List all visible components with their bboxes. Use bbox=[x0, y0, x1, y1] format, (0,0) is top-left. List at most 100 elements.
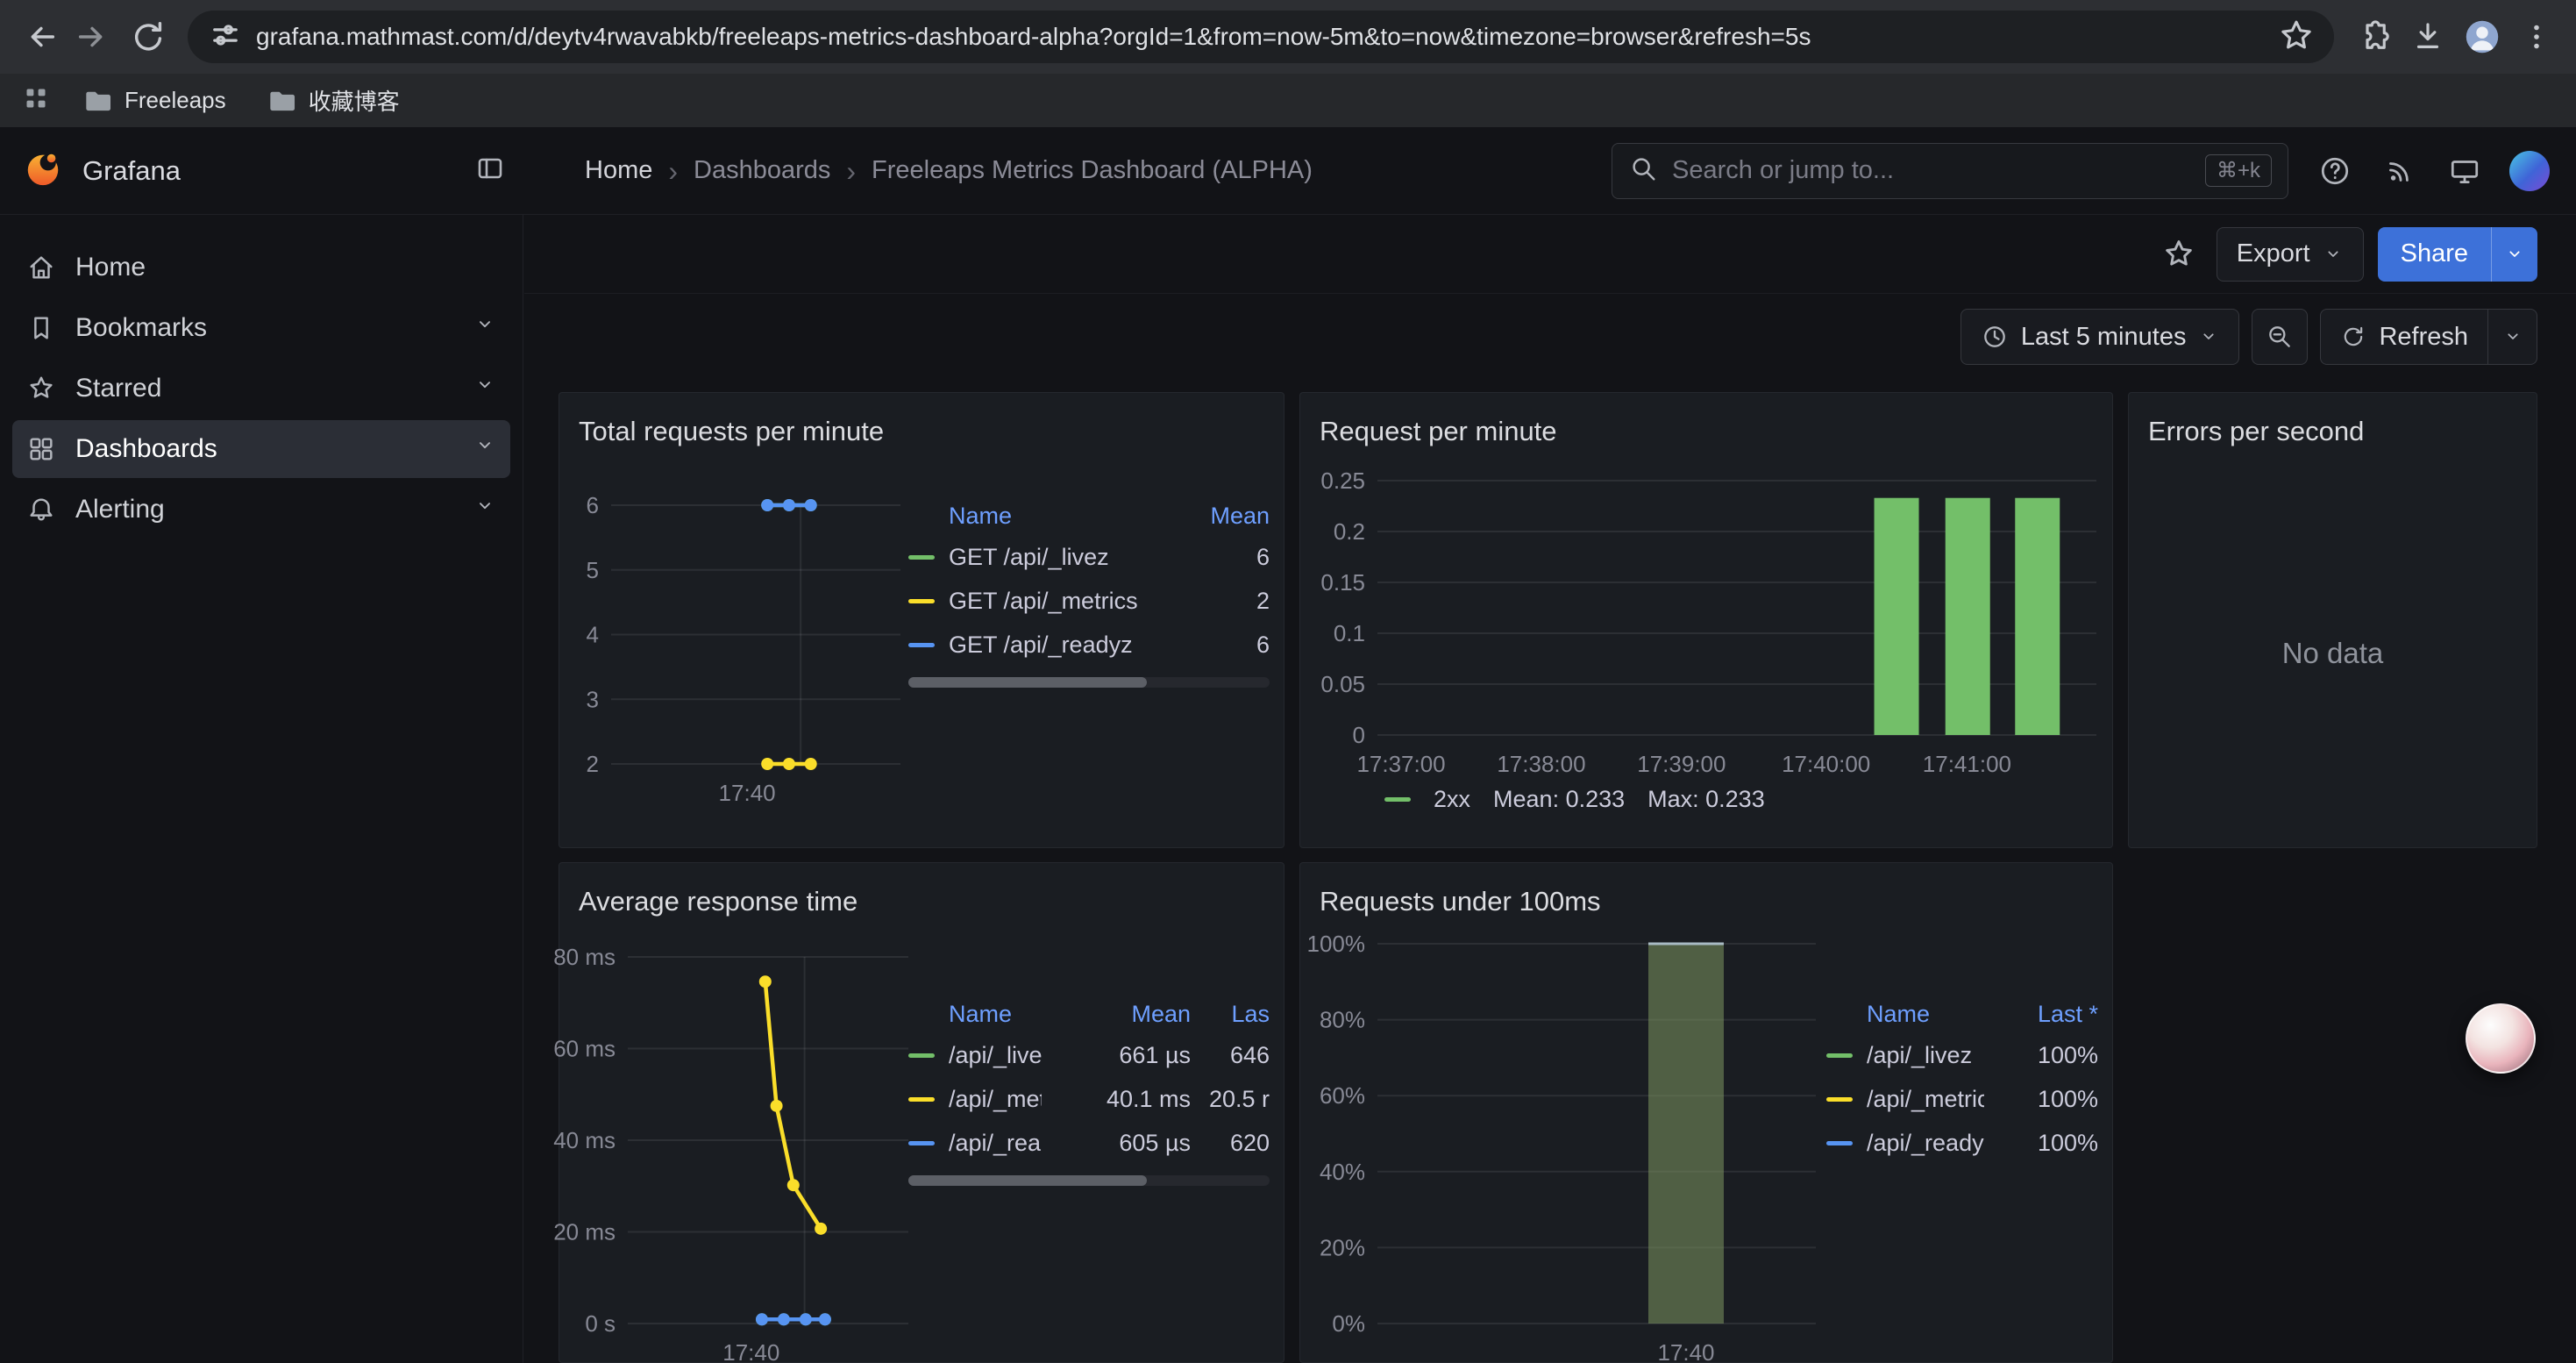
legend-col-last[interactable]: Last * bbox=[1984, 1001, 2098, 1028]
svg-text:2: 2 bbox=[587, 751, 599, 777]
scrollbar-thumb[interactable] bbox=[908, 677, 1147, 688]
svg-text:0.05: 0.05 bbox=[1320, 671, 1365, 697]
bookmark-label: Freeleaps bbox=[125, 87, 226, 114]
legend-row: GET /api/_readyz 6 bbox=[908, 623, 1270, 667]
series-name[interactable]: /api/_metrics bbox=[1867, 1086, 1984, 1113]
star-icon bbox=[26, 374, 56, 403]
sidebar-item-alerting[interactable]: Alerting bbox=[12, 481, 510, 539]
average-response-time-chart[interactable]: 80 ms60 ms40 ms20 ms0 s17:40 bbox=[562, 944, 913, 1363]
search-input[interactable] bbox=[1670, 155, 2193, 186]
chevron-down-icon bbox=[2502, 326, 2523, 347]
legend-scrollbar[interactable] bbox=[908, 1175, 1270, 1186]
svg-text:0.2: 0.2 bbox=[1334, 518, 1365, 545]
news-rss-icon[interactable] bbox=[2376, 147, 2423, 195]
time-range-picker[interactable]: Last 5 minutes bbox=[1960, 309, 2240, 365]
refresh-interval-button[interactable] bbox=[2488, 309, 2537, 365]
search-icon bbox=[1628, 153, 1658, 188]
svg-text:0%: 0% bbox=[1332, 1310, 1365, 1337]
chevron-down-icon bbox=[2323, 244, 2344, 265]
panel-request-per-minute: Request per minute 0.250.20.150.10.05017… bbox=[1299, 392, 2113, 848]
chevron-down-icon[interactable] bbox=[473, 495, 496, 525]
series-name[interactable]: 2xx bbox=[1434, 786, 1470, 813]
downloads-icon[interactable] bbox=[2402, 11, 2453, 62]
dock-menu-icon[interactable] bbox=[474, 153, 506, 189]
grafana-logo[interactable] bbox=[23, 148, 63, 193]
forward-icon[interactable] bbox=[68, 11, 119, 62]
search-bar[interactable]: ⌘+k bbox=[1612, 143, 2288, 199]
svg-text:0.25: 0.25 bbox=[1320, 467, 1365, 494]
request-per-minute-chart[interactable]: 0.250.20.150.10.05017:37:0017:38:0017:39… bbox=[1316, 472, 2105, 774]
export-button[interactable]: Export bbox=[2217, 227, 2364, 282]
site-info-icon[interactable] bbox=[207, 17, 244, 58]
panel-title[interactable]: Total requests per minute bbox=[579, 416, 884, 447]
series-name[interactable]: /api/_metrics bbox=[949, 1086, 1042, 1113]
chevron-down-icon[interactable] bbox=[473, 434, 496, 464]
folder-icon bbox=[81, 84, 114, 118]
sidebar-item-dashboards[interactable]: Dashboards bbox=[12, 420, 510, 478]
breadcrumb-dashboards[interactable]: Dashboards bbox=[694, 156, 830, 185]
profile-avatar-icon[interactable] bbox=[2457, 11, 2508, 62]
legend-col-mean[interactable]: Mean bbox=[1042, 1001, 1191, 1028]
svg-text:6: 6 bbox=[587, 492, 599, 518]
total-requests-chart[interactable]: 6543217:40 bbox=[563, 488, 909, 821]
series-name[interactable]: GET /api/_readyz bbox=[949, 632, 1173, 659]
legend-col-name[interactable]: Name bbox=[908, 503, 1173, 530]
series-name[interactable]: /api/_readyz bbox=[1867, 1130, 1984, 1157]
legend-table: Name Mean Las /api/_livez 661 µs 646 /ap… bbox=[908, 995, 1270, 1186]
url-text[interactable]: grafana.mathmast.com/d/deytv4rwavabkb/fr… bbox=[256, 23, 2278, 51]
share-button[interactable]: Share bbox=[2378, 227, 2491, 282]
svg-text:0.1: 0.1 bbox=[1334, 620, 1365, 646]
series-name[interactable]: /api/_readyz bbox=[949, 1130, 1042, 1157]
legend-col-mean[interactable]: Mean bbox=[1173, 503, 1270, 530]
browser-menu-icon[interactable] bbox=[2511, 11, 2562, 62]
breadcrumb-home[interactable]: Home bbox=[585, 156, 652, 185]
time-controls: Last 5 minutes Refresh bbox=[524, 303, 2576, 371]
legend-scrollbar[interactable] bbox=[908, 677, 1270, 688]
series-name[interactable]: GET /api/_metrics bbox=[949, 588, 1173, 615]
extensions-icon[interactable] bbox=[2348, 11, 2399, 62]
brand-title: Grafana bbox=[82, 155, 181, 187]
panel-title[interactable]: Request per minute bbox=[1320, 416, 1557, 447]
floating-avatar[interactable] bbox=[2466, 1003, 2536, 1074]
series-name[interactable]: /api/_livez bbox=[949, 1042, 1042, 1069]
monitor-icon[interactable] bbox=[2441, 147, 2488, 195]
series-color-dash bbox=[908, 643, 935, 647]
help-icon[interactable] bbox=[2311, 147, 2359, 195]
sidebar-item-starred[interactable]: Starred bbox=[12, 360, 510, 417]
svg-text:60%: 60% bbox=[1320, 1082, 1365, 1109]
bookmark-star-icon[interactable] bbox=[2278, 17, 2315, 58]
scrollbar-thumb[interactable] bbox=[908, 1175, 1147, 1186]
user-avatar[interactable] bbox=[2506, 147, 2553, 195]
bookmark-folder-freeleaps[interactable]: Freeleaps bbox=[68, 80, 238, 122]
series-mean: 40.1 ms bbox=[1042, 1086, 1191, 1113]
back-icon[interactable] bbox=[14, 11, 65, 62]
requests-under-100ms-chart[interactable]: 100%80%60%40%20%0%17:40 bbox=[1316, 935, 1820, 1363]
apps-grid-icon[interactable] bbox=[18, 80, 54, 121]
breadcrumb-separator: › bbox=[846, 157, 856, 185]
panel-title[interactable]: Requests under 100ms bbox=[1320, 886, 1601, 917]
zoom-out-button[interactable] bbox=[2252, 309, 2308, 365]
series-name[interactable]: /api/_livez bbox=[1867, 1042, 1984, 1069]
legend-col-name[interactable]: Name bbox=[1826, 1001, 1984, 1028]
sidebar-item-bookmarks[interactable]: Bookmarks bbox=[12, 299, 510, 357]
share-menu-button[interactable] bbox=[2491, 227, 2537, 282]
panel-title[interactable]: Average response time bbox=[579, 886, 857, 917]
series-color-dash bbox=[908, 1053, 935, 1058]
series-mean: 6 bbox=[1173, 632, 1270, 659]
chevron-down-icon[interactable] bbox=[473, 374, 496, 403]
address-bar[interactable]: grafana.mathmast.com/d/deytv4rwavabkb/fr… bbox=[188, 11, 2334, 63]
legend-col-last[interactable]: Las bbox=[1191, 1001, 1270, 1028]
legend-col-name[interactable]: Name bbox=[908, 1001, 1042, 1028]
refresh-button[interactable]: Refresh bbox=[2320, 309, 2488, 365]
bookmark-folder-blogs[interactable]: 收藏博客 bbox=[253, 80, 412, 122]
svg-text:17:40:00: 17:40:00 bbox=[1782, 751, 1870, 777]
sidebar-item-label: Dashboards bbox=[75, 434, 217, 464]
chevron-down-icon[interactable] bbox=[473, 313, 496, 343]
screen: grafana.mathmast.com/d/deytv4rwavabkb/fr… bbox=[0, 0, 2576, 1363]
favorite-star-icon[interactable] bbox=[2155, 231, 2202, 278]
reload-icon[interactable] bbox=[123, 11, 174, 62]
series-name[interactable]: GET /api/_livez bbox=[949, 544, 1173, 571]
panel-title[interactable]: Errors per second bbox=[2148, 416, 2364, 447]
sidebar-item-home[interactable]: Home bbox=[12, 239, 510, 296]
share-label: Share bbox=[2401, 239, 2468, 268]
